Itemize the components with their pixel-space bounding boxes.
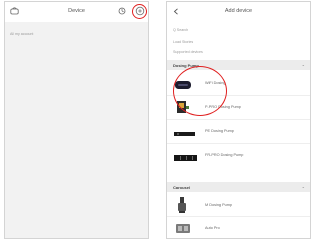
section-label: Dosing Pump [173, 63, 199, 68]
device-item[interactable]: P-PRO Dosing Pump [167, 96, 310, 118]
device-item[interactable]: FR-PRO Dosing Pump [167, 144, 310, 166]
section-header-carousel[interactable]: Carousel ⌄ [167, 182, 310, 192]
dosing-pump-icon [174, 100, 192, 119]
device-name: P-PRO Dosing Pump [205, 105, 241, 109]
device-screen: Device All my account [4, 1, 149, 239]
device-name: M Dosing Pump [205, 203, 233, 207]
page-title: Device [68, 8, 85, 14]
add-device-screen: Add device Q Search Load Stories Support… [166, 1, 311, 239]
device-item[interactable]: PE Dosing Pump [167, 120, 310, 142]
add-device-icon[interactable] [135, 6, 145, 16]
top-bar: Device [5, 2, 148, 22]
empty-state-text: All my account [10, 32, 34, 36]
search-input[interactable]: Q Search [173, 28, 188, 32]
dosing-pump-icon [174, 150, 198, 168]
dosing-pump-icon [174, 221, 192, 238]
dosing-pump-icon [174, 126, 196, 144]
device-name: WiFi Dosing [205, 81, 226, 85]
menu-item-load-stories[interactable]: Load Stories [173, 40, 193, 44]
dosing-pump-icon [174, 78, 192, 96]
history-icon[interactable] [118, 7, 126, 15]
section-label: Carousel [173, 185, 191, 190]
page-title: Add device [224, 8, 253, 14]
device-item[interactable]: WiFi Dosing [167, 72, 310, 94]
device-item[interactable]: Auto Pro [167, 217, 310, 238]
chevron-down-icon: ⌄ [301, 184, 305, 189]
device-name: Auto Pro [205, 226, 220, 230]
device-name: PE Dosing Pump [205, 129, 234, 133]
menu-item-supported-devices[interactable]: Supported devices [173, 50, 203, 54]
top-bar: Add device [167, 2, 310, 22]
section-header-dosing[interactable]: Dosing Pump ⌄ [167, 60, 310, 70]
device-name: FR-PRO Dosing Pump [205, 153, 244, 157]
chevron-down-icon: ⌄ [301, 62, 305, 67]
device-item[interactable]: M Dosing Pump [167, 194, 310, 216]
